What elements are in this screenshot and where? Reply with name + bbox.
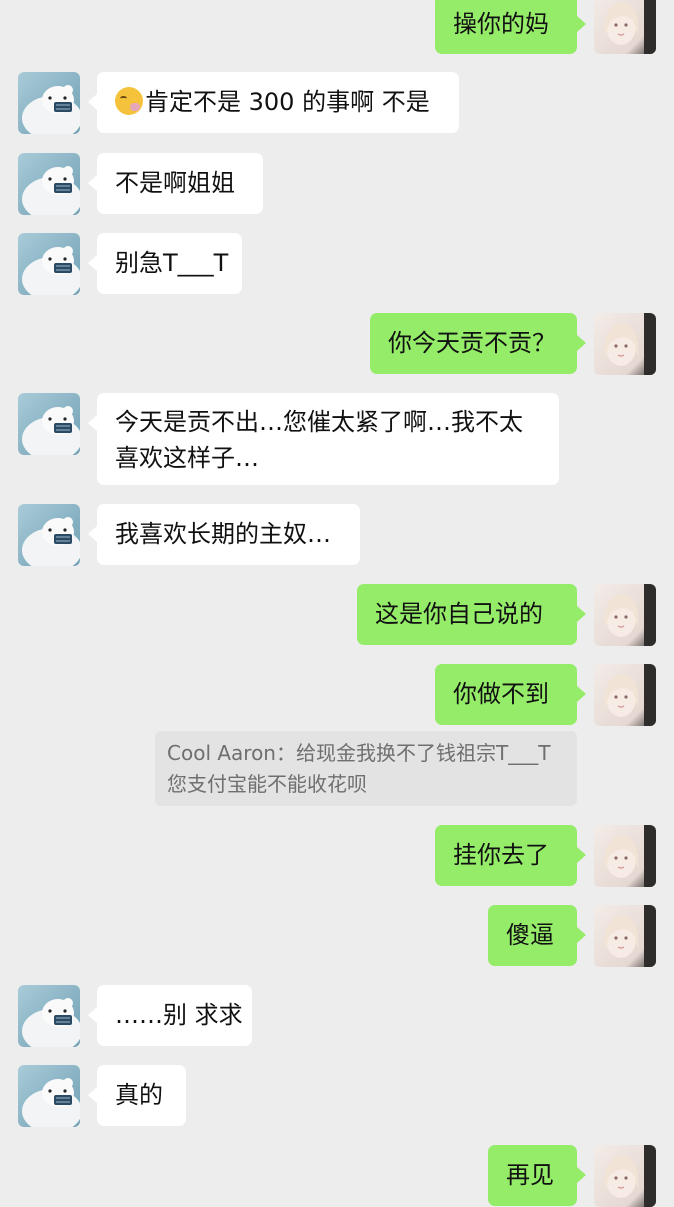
outgoing-message-bubble[interactable]: 操你的妈 (435, 0, 586, 54)
outgoing-message-bubble[interactable]: 挂你去了 (435, 825, 586, 886)
message-text: 你做不到 (453, 680, 549, 708)
message-row: 别急T___T (0, 233, 674, 295)
face-with-hand-over-mouth-icon (115, 87, 143, 115)
outgoing-message-bubble[interactable]: 这是你自己说的 (357, 584, 586, 645)
incoming-message-bubble[interactable]: 我喜欢长期的主奴… (88, 504, 360, 565)
message-text-line: 今天是贡不出…您催太紧了啊…我不太 (115, 408, 523, 436)
contact-avatar[interactable] (18, 393, 80, 455)
message-row: ……别 求求 (0, 985, 674, 1047)
message-text: 操你的妈 (453, 10, 549, 38)
bubble-tail (88, 415, 97, 431)
bubble-tail (577, 16, 586, 32)
incoming-message-bubble[interactable]: 不是啊姐姐 (88, 153, 263, 214)
message-row: 操你的妈 (0, 0, 674, 62)
my-avatar[interactable] (594, 313, 656, 375)
message-row: 我喜欢长期的主奴… (0, 504, 674, 566)
incoming-message-bubble[interactable]: 今天是贡不出…您催太紧了啊…我不太 喜欢这样子… (88, 393, 559, 485)
bubble-tail (577, 847, 586, 863)
my-avatar[interactable] (594, 905, 656, 967)
message-text-line: 喜欢这样子… (115, 444, 259, 472)
message-row: 不是啊姐姐 (0, 153, 674, 215)
message-text: 别急T___T (115, 249, 229, 277)
message-row: 这是你自己说的 (0, 584, 674, 646)
contact-avatar[interactable] (18, 504, 80, 566)
outgoing-message-bubble[interactable]: 再见 (488, 1145, 586, 1206)
contact-avatar[interactable] (18, 233, 80, 295)
outgoing-message-bubble[interactable]: 你今天贡不贡？ (370, 313, 586, 374)
message-text: 傻逼 (506, 921, 554, 949)
bubble-tail (88, 526, 97, 542)
my-avatar[interactable] (594, 1145, 656, 1207)
quoted-message-line: 您支付宝能不能收花呗 (167, 772, 367, 796)
my-avatar[interactable] (594, 825, 656, 887)
message-row: 再见 (0, 1145, 674, 1207)
contact-avatar[interactable] (18, 1065, 80, 1127)
my-avatar[interactable] (594, 584, 656, 646)
message-text: 肯定不是 300 的事啊 不是 (145, 88, 430, 116)
message-text: ……别 求求 (115, 1001, 243, 1029)
message-row: 你今天贡不贡？ (0, 313, 674, 375)
incoming-message-bubble[interactable]: 肯定不是 300 的事啊 不是 (88, 72, 459, 133)
bubble-tail (577, 927, 586, 943)
incoming-message-bubble[interactable]: 别急T___T (88, 233, 242, 294)
bubble-tail (577, 686, 586, 702)
message-text: 真的 (115, 1081, 163, 1109)
message-row: 今天是贡不出…您催太紧了啊…我不太 喜欢这样子… (0, 393, 674, 485)
contact-avatar[interactable] (18, 72, 80, 134)
message-row: 你做不到 (0, 664, 674, 726)
message-text: 再见 (506, 1161, 554, 1189)
message-text: 不是啊姐姐 (115, 169, 235, 197)
message-row: 傻逼 (0, 905, 674, 967)
outgoing-message-bubble[interactable]: 傻逼 (488, 905, 586, 966)
bubble-tail (577, 335, 586, 351)
bubble-tail (577, 1167, 586, 1183)
outgoing-message-bubble[interactable]: 你做不到 (435, 664, 586, 725)
contact-avatar[interactable] (18, 985, 80, 1047)
bubble-tail (88, 255, 97, 271)
message-text: 你今天贡不贡？ (388, 329, 556, 357)
bubble-tail (88, 1007, 97, 1023)
bubble-tail (88, 1087, 97, 1103)
message-text: 这是你自己说的 (375, 600, 543, 628)
message-row: 真的 (0, 1065, 674, 1127)
bubble-tail (88, 175, 97, 191)
my-avatar[interactable] (594, 0, 656, 54)
incoming-message-bubble[interactable]: 真的 (88, 1065, 186, 1126)
message-text: 挂你去了 (453, 841, 549, 869)
incoming-message-bubble[interactable]: ……别 求求 (88, 985, 252, 1046)
my-avatar[interactable] (594, 664, 656, 726)
quoted-message[interactable]: Cool Aaron：给现金我换不了钱祖宗T___T 您支付宝能不能收花呗 (155, 731, 577, 806)
message-row: 肯定不是 300 的事啊 不是 (0, 72, 674, 134)
bubble-tail (88, 94, 97, 110)
quoted-message-line: Cool Aaron：给现金我换不了钱祖宗T___T (167, 741, 551, 765)
bubble-tail (577, 606, 586, 622)
message-text: 我喜欢长期的主奴… (115, 520, 331, 548)
message-row: 挂你去了 (0, 825, 674, 887)
contact-avatar[interactable] (18, 153, 80, 215)
